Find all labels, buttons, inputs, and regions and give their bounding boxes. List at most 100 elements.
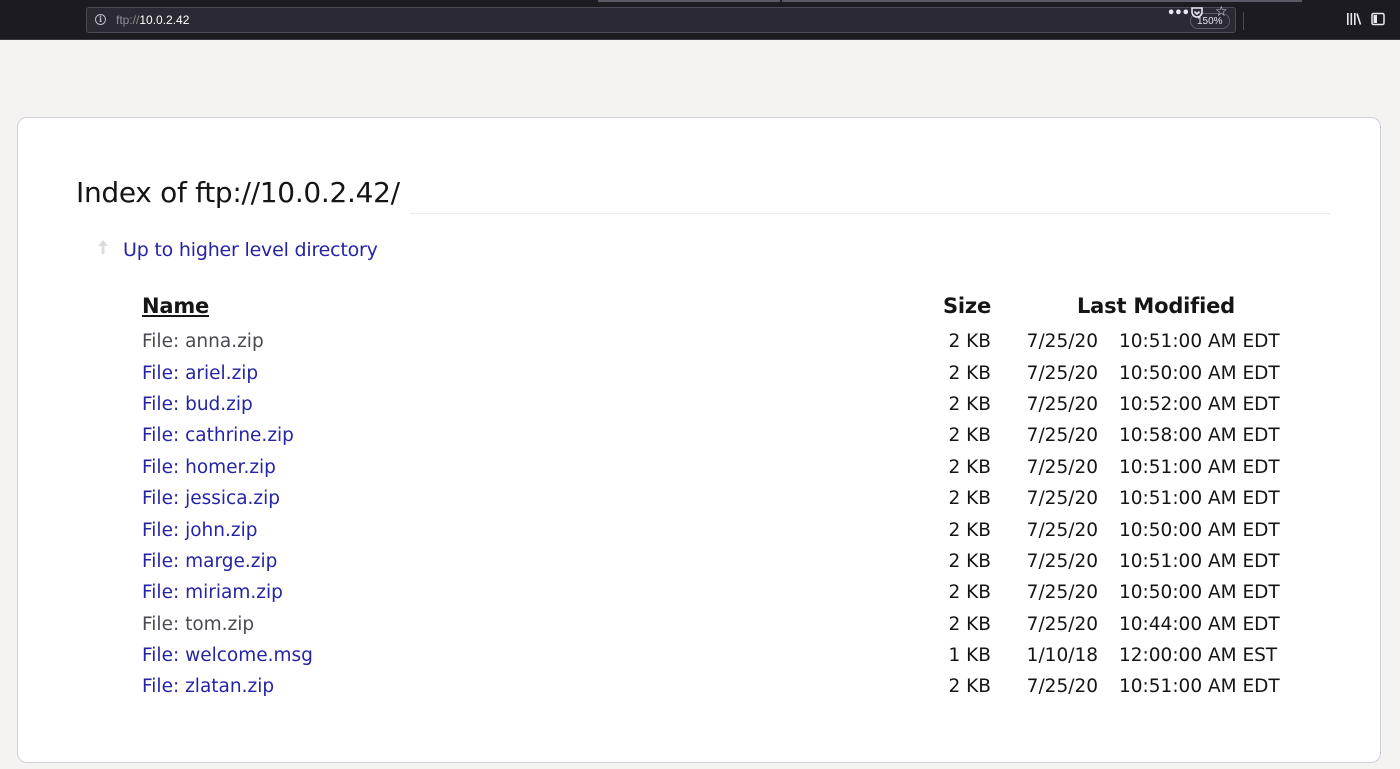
column-header-name[interactable]: Name xyxy=(136,294,920,326)
file-date: 7/25/20 xyxy=(1026,613,1098,635)
file-date: 7/25/20 xyxy=(1026,676,1098,698)
table-row: File: zlatan.zip 2 KB 7/25/20 10:51:00 AM E… xyxy=(136,671,1280,702)
file-link[interactable]: cathrine.zip xyxy=(185,425,294,446)
pocket-icon[interactable] xyxy=(1190,6,1204,20)
file-time: 10:51:00 AM EDT xyxy=(1119,550,1280,572)
file-name-cell: File: tom.zip xyxy=(136,609,920,640)
file-time: 12:00:00 AM EST xyxy=(1119,645,1278,667)
table-row: File: ariel.zip 2 KB 7/25/20 10:50:00 AM ED… xyxy=(136,357,1280,388)
table-row: File: tom.zip 2 KB 7/25/20 10:44:00 AM EDT xyxy=(136,609,1280,640)
file-size: 2 KB xyxy=(948,456,991,478)
file-date: 7/25/20 xyxy=(1026,582,1098,604)
url-bar[interactable]: i ftp://10.0.2.42 150% xyxy=(86,7,1244,33)
file-name-cell: File: anna.zip xyxy=(136,326,920,357)
file-date: 7/25/20 xyxy=(1026,456,1098,478)
file-time: 10:58:00 AM EDT xyxy=(1119,425,1280,447)
parent-directory-link[interactable]: Up to higher level directory xyxy=(123,239,378,261)
file-type-label: File: xyxy=(142,425,180,447)
file-link[interactable]: homer.zip xyxy=(185,457,276,478)
file-size: 1 KB xyxy=(948,645,991,667)
file-date: 1/10/18 xyxy=(1026,645,1098,667)
file-type-label: File: xyxy=(142,519,180,541)
file-size: 2 KB xyxy=(948,676,991,698)
title-divider xyxy=(410,213,1330,214)
file-size: 2 KB xyxy=(948,488,991,510)
file-type-label: File: xyxy=(142,393,180,415)
file-name-cell: File: miriam.zip xyxy=(136,577,920,608)
browser-toolbar: i ftp://10.0.2.42 150% ••• ☆ xyxy=(0,0,1400,40)
file-type-label: File: xyxy=(142,645,180,667)
url-host: 10.0.2.42 xyxy=(139,13,190,27)
file-name-cell: File: marge.zip xyxy=(136,546,920,577)
file-date: 7/25/20 xyxy=(1026,393,1098,415)
file-type-label: File: xyxy=(142,676,180,698)
file-time: 10:51:00 AM EDT xyxy=(1119,331,1280,353)
file-name-cell: File: cathrine.zip xyxy=(136,420,920,451)
file-table: Name Size Last Modified File: anna.zip 2 … xyxy=(136,294,1280,703)
file-link[interactable]: ariel.zip xyxy=(185,363,258,384)
file-type-label: File: xyxy=(142,613,180,635)
table-row: File: jessica.zip 2 KB 7/25/20 10:51:00 AM … xyxy=(136,483,1280,514)
file-time: 10:51:00 AM EDT xyxy=(1119,676,1280,698)
file-size: 2 KB xyxy=(948,519,991,541)
url-text[interactable]: ftp://10.0.2.42 xyxy=(116,13,189,27)
file-link[interactable]: zlatan.zip xyxy=(185,676,274,697)
file-type-label: File: xyxy=(142,331,180,353)
file-name-cell: File: welcome.msg xyxy=(136,640,920,671)
file-size: 2 KB xyxy=(948,331,991,353)
file-type-label: File: xyxy=(142,488,180,510)
file-link[interactable]: bud.zip xyxy=(185,394,253,415)
file-time: 10:52:00 AM EDT xyxy=(1119,393,1280,415)
table-row: File: anna.zip 2 KB 7/25/20 10:51:00 AM EDT xyxy=(136,326,1280,357)
file-type-label: File: xyxy=(142,550,180,572)
directory-listing-card: Index of ftp://10.0.2.42/ Up to higher l… xyxy=(17,117,1381,763)
file-type-label: File: xyxy=(142,362,180,384)
table-header-row: Name Size Last Modified xyxy=(136,294,1280,326)
file-time: 10:51:00 AM EDT xyxy=(1119,488,1280,510)
page-title: Index of ftp://10.0.2.42/ xyxy=(76,176,400,209)
info-icon[interactable]: i xyxy=(95,14,106,25)
file-name-cell: File: ariel.zip xyxy=(136,357,920,388)
column-header-size[interactable]: Size xyxy=(920,294,991,326)
table-row: File: miriam.zip 2 KB 7/25/20 10:50:00 AM E… xyxy=(136,577,1280,608)
page-actions-icon[interactable]: ••• xyxy=(1167,7,1190,21)
file-link[interactable]: miriam.zip xyxy=(185,582,283,603)
file-link[interactable]: jessica.zip xyxy=(185,488,280,509)
file-size: 2 KB xyxy=(948,393,991,415)
file-date: 7/25/20 xyxy=(1026,550,1098,572)
file-name-cell: File: jessica.zip xyxy=(136,483,920,514)
table-row: File: marge.zip 2 KB 7/25/20 10:51:00 AM ED… xyxy=(136,546,1280,577)
column-header-last-modified[interactable]: Last Modified xyxy=(991,294,1280,326)
file-time: 10:44:00 AM EDT xyxy=(1119,613,1280,635)
file-date: 7/25/20 xyxy=(1026,488,1098,510)
file-time: 10:51:00 AM EDT xyxy=(1119,456,1280,478)
file-size: 2 KB xyxy=(948,550,991,572)
file-name-cell: File: bud.zip xyxy=(136,389,920,420)
file-link[interactable]: john.zip xyxy=(185,520,257,541)
table-row: File: homer.zip 2 KB 7/25/20 10:51:00 AM ED… xyxy=(136,452,1280,483)
file-link[interactable]: anna.zip xyxy=(185,331,264,352)
url-scheme: ftp:// xyxy=(116,13,140,27)
file-size: 2 KB xyxy=(948,613,991,635)
url-bar-divider xyxy=(1243,12,1244,30)
tab-indicator xyxy=(782,0,1302,2)
bookmark-star-icon[interactable]: ☆ xyxy=(1215,5,1228,19)
file-name-cell: File: john.zip xyxy=(136,514,920,545)
up-arrow-icon xyxy=(98,240,108,254)
file-time: 10:50:00 AM EDT xyxy=(1119,519,1280,541)
file-link[interactable]: welcome.msg xyxy=(185,645,313,666)
library-icon[interactable] xyxy=(1346,12,1362,26)
tab-indicator xyxy=(598,0,780,2)
file-name-cell: File: homer.zip xyxy=(136,452,920,483)
file-link[interactable]: marge.zip xyxy=(185,551,277,572)
file-name-cell: File: zlatan.zip xyxy=(136,671,920,702)
file-size: 2 KB xyxy=(948,425,991,447)
file-size: 2 KB xyxy=(948,362,991,384)
table-row: File: bud.zip 2 KB 7/25/20 10:52:00 AM EDT xyxy=(136,389,1280,420)
file-type-label: File: xyxy=(142,582,180,604)
file-link[interactable]: tom.zip xyxy=(185,614,254,635)
file-type-label: File: xyxy=(142,456,180,478)
sidebar-icon[interactable] xyxy=(1371,12,1385,26)
file-date: 7/25/20 xyxy=(1026,331,1098,353)
table-row: File: john.zip 2 KB 7/25/20 10:50:00 AM EDT xyxy=(136,514,1280,545)
